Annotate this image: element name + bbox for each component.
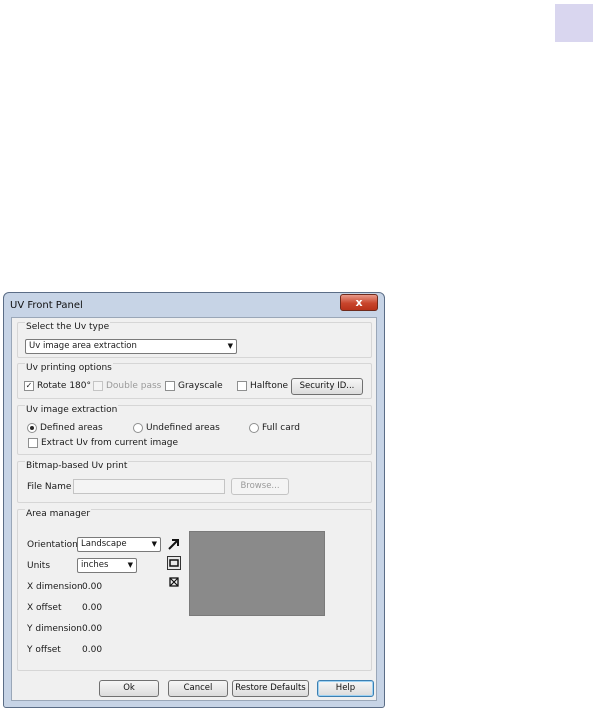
orientation-label: Orientation	[27, 540, 78, 550]
x-dimension-value: 0.00	[82, 582, 103, 592]
uv-type-group: Select the Uv type Uv image area extract…	[17, 322, 372, 358]
chevron-down-icon: ▼	[151, 540, 157, 548]
uv-type-select[interactable]: Uv image area extraction ▼	[25, 339, 237, 354]
area-manager-group: Area manager Orientation Landscape ▼ Uni…	[17, 509, 372, 671]
units-value: inches	[81, 560, 109, 570]
bitmap-group: Bitmap-based Uv print File Name Browse..…	[17, 461, 372, 503]
grayscale-label: Grayscale	[178, 381, 223, 391]
printing-options-group: Uv printing options ✓ Rotate 180° Double…	[17, 363, 372, 399]
double-pass-label: Double pass	[106, 381, 162, 391]
undefined-areas-radio[interactable]	[133, 423, 143, 433]
ok-button[interactable]: Ok	[99, 680, 159, 697]
uv-front-panel-dialog: UV Front Panel x Select the Uv type Uv i…	[3, 292, 385, 708]
rotate-checkbox[interactable]: ✓	[24, 381, 34, 391]
arrow-select-icon[interactable]	[167, 537, 181, 551]
extract-current-label: Extract Uv from current image	[41, 438, 179, 448]
double-pass-checkbox[interactable]	[93, 381, 103, 391]
grayscale-checkbox[interactable]	[165, 381, 175, 391]
defined-areas-label: Defined areas	[40, 423, 103, 433]
close-button[interactable]: x	[340, 294, 378, 311]
help-button[interactable]: Help	[317, 680, 374, 697]
full-card-label: Full card	[262, 423, 300, 433]
undefined-areas-label: Undefined areas	[146, 423, 220, 433]
printing-options-label: Uv printing options	[25, 363, 113, 373]
restore-defaults-button[interactable]: Restore Defaults	[232, 680, 309, 697]
area-manager-label: Area manager	[25, 509, 92, 519]
delete-area-icon[interactable]	[167, 575, 181, 589]
dialog-client-area: Select the Uv type Uv image area extract…	[11, 317, 377, 701]
uv-type-label: Select the Uv type	[25, 322, 111, 332]
bitmap-label: Bitmap-based Uv print	[25, 461, 129, 471]
draw-rectangle-icon[interactable]	[167, 556, 181, 570]
orientation-select[interactable]: Landscape ▼	[77, 537, 161, 552]
y-dimension-value: 0.00	[82, 624, 103, 634]
chevron-down-icon: ▼	[227, 342, 233, 350]
browse-button[interactable]: Browse...	[231, 478, 289, 495]
halftone-checkbox[interactable]	[237, 381, 247, 391]
y-offset-value: 0.00	[82, 645, 103, 655]
y-offset-label: Y offset	[27, 645, 61, 655]
rotate-label: Rotate 180°	[37, 381, 92, 391]
x-offset-label: X offset	[27, 603, 62, 613]
extract-current-checkbox[interactable]	[28, 438, 38, 448]
units-select[interactable]: inches ▼	[77, 558, 137, 573]
x-dimension-label: X dimension	[27, 582, 83, 592]
full-card-radio[interactable]	[249, 423, 259, 433]
file-name-label: File Name	[27, 482, 72, 492]
orientation-value: Landscape	[81, 539, 127, 549]
cancel-button[interactable]: Cancel	[168, 680, 228, 697]
area-preview-canvas[interactable]	[189, 531, 325, 616]
units-label: Units	[27, 561, 51, 571]
defined-areas-radio[interactable]	[27, 423, 37, 433]
x-offset-value: 0.00	[82, 603, 103, 613]
image-extraction-group: Uv image extraction Defined areas Undefi…	[17, 405, 372, 455]
uv-type-value: Uv image area extraction	[29, 341, 137, 351]
chevron-down-icon: ▼	[127, 561, 133, 569]
y-dimension-label: Y dimension	[27, 624, 82, 634]
title-bar[interactable]: UV Front Panel x	[4, 293, 384, 317]
window-title: UV Front Panel	[10, 300, 83, 311]
file-name-input[interactable]	[73, 479, 225, 494]
page-corner-tab	[555, 4, 593, 42]
image-extraction-label: Uv image extraction	[25, 405, 119, 415]
halftone-label: Halftone	[250, 381, 289, 391]
close-icon: x	[355, 296, 363, 309]
security-id-button[interactable]: Security ID...	[291, 378, 363, 395]
